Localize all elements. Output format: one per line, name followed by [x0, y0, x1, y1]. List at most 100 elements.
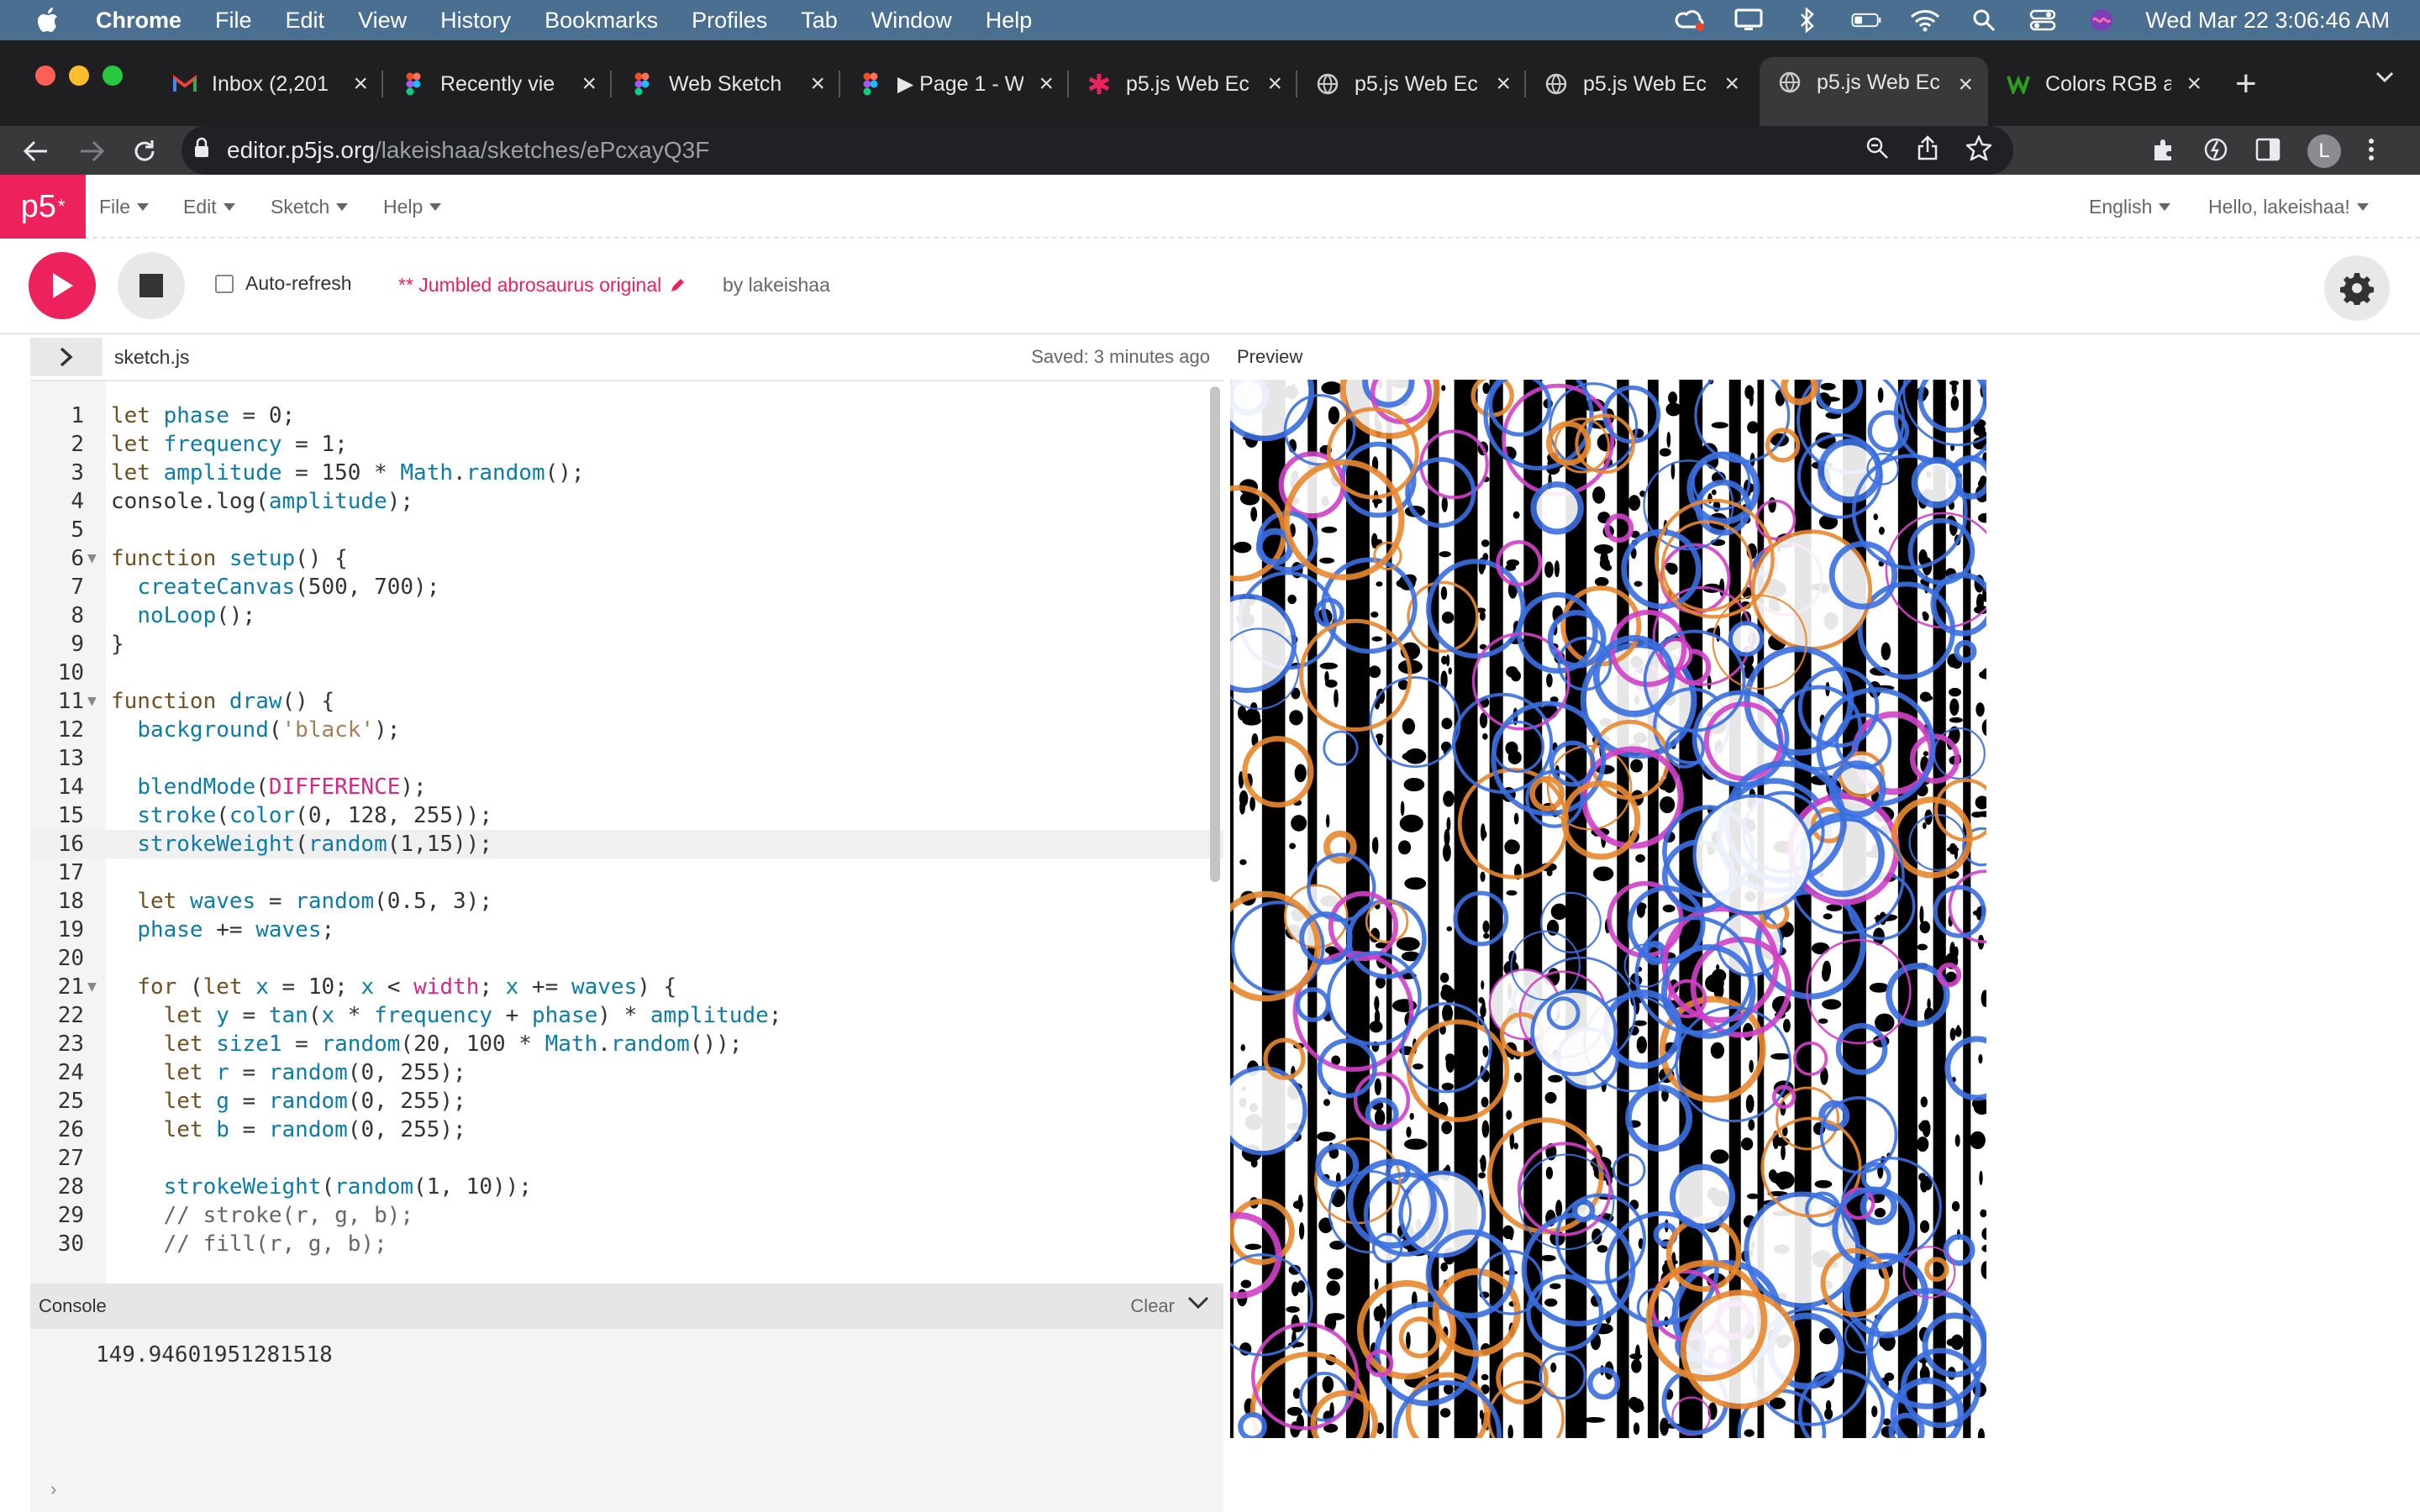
- menu-edit[interactable]: Edit: [286, 8, 325, 34]
- close-tab-icon[interactable]: ×: [1496, 70, 1511, 98]
- control-center-icon[interactable]: [2028, 8, 2058, 33]
- bookmark-star-icon[interactable]: [1965, 134, 1993, 166]
- menu-tab[interactable]: Tab: [801, 8, 838, 34]
- code-line[interactable]: 20: [30, 944, 1223, 973]
- menu-file[interactable]: File: [215, 8, 252, 34]
- code-line[interactable]: 13: [30, 744, 1223, 773]
- spotlight-search-icon[interactable]: [1969, 8, 1999, 33]
- console-prompt-chevron-icon[interactable]: ›: [50, 1478, 56, 1500]
- close-tab-icon[interactable]: ×: [1958, 71, 1973, 99]
- code-line[interactable]: 25 let g = random(0, 255);: [30, 1087, 1223, 1116]
- close-tab-icon[interactable]: ×: [353, 70, 368, 98]
- tab-search-chevron-icon[interactable]: [2375, 71, 2395, 84]
- lock-icon[interactable]: [193, 137, 210, 165]
- code-line[interactable]: 23 let size1 = random(20, 100 * Math.ran…: [30, 1030, 1223, 1058]
- tab-web-sketch[interactable]: Web Sketch ×: [612, 57, 840, 111]
- close-tab-icon[interactable]: ×: [581, 70, 597, 98]
- close-tab-icon[interactable]: ×: [1267, 70, 1282, 98]
- zoom-window-button[interactable]: [103, 66, 123, 86]
- code-line[interactable]: 1 let phase = 0;: [30, 402, 1223, 430]
- back-icon[interactable]: [20, 136, 50, 166]
- code-line[interactable]: 17: [30, 858, 1223, 887]
- code-line[interactable]: 21 ▼ for (let x = 10; x < width; x += wav…: [30, 973, 1223, 1001]
- fold-arrow-icon[interactable]: ▼: [87, 687, 97, 716]
- menu-bookmarks[interactable]: Bookmarks: [544, 8, 658, 34]
- reload-icon[interactable]: [129, 136, 160, 166]
- creative-cloud-icon[interactable]: [1675, 8, 1705, 33]
- sketch-name[interactable]: ** Jumbled abrosaurus original: [398, 274, 685, 297]
- extensions-puzzle-icon[interactable]: [2151, 137, 2176, 166]
- tab-colors-rgb[interactable]: Colors RGB a ×: [1988, 57, 2217, 111]
- code-line[interactable]: 6 ▼ function setup() {: [30, 544, 1223, 573]
- close-tab-icon[interactable]: ×: [2186, 70, 2202, 98]
- nav-sketch-menu[interactable]: Sketch: [271, 175, 349, 239]
- file-name[interactable]: sketch.js: [114, 346, 189, 369]
- code-line[interactable]: 4 console.log(amplitude);: [30, 487, 1223, 516]
- menu-help[interactable]: Help: [986, 8, 1033, 34]
- close-tab-icon[interactable]: ×: [1039, 70, 1054, 98]
- performance-icon[interactable]: [2203, 137, 2228, 166]
- code-line[interactable]: 26 let b = random(0, 255);: [30, 1116, 1223, 1144]
- code-line[interactable]: 7 createCanvas(500, 700);: [30, 573, 1223, 601]
- menu-view[interactable]: View: [358, 8, 407, 34]
- tab-p5-editor-active[interactable]: p5.js Web Ec ×: [1760, 57, 1988, 126]
- code-line[interactable]: 18 let waves = random(0.5, 3);: [30, 887, 1223, 916]
- p5-logo[interactable]: p5 *: [0, 175, 86, 239]
- close-window-button[interactable]: [35, 66, 55, 86]
- language-menu[interactable]: English: [2089, 175, 2171, 239]
- display-icon[interactable]: [1733, 8, 1764, 33]
- code-line[interactable]: 27: [30, 1144, 1223, 1173]
- nav-edit-menu[interactable]: Edit: [183, 175, 235, 239]
- code-line[interactable]: 2 let frequency = 1;: [30, 430, 1223, 459]
- apple-icon[interactable]: [37, 8, 59, 33]
- settings-button[interactable]: [2324, 255, 2390, 321]
- code-line[interactable]: 3 let amplitude = 150 * Math.random();: [30, 459, 1223, 487]
- play-button[interactable]: [29, 252, 96, 319]
- stop-button[interactable]: [118, 252, 185, 319]
- code-line[interactable]: 24 let r = random(0, 255);: [30, 1058, 1223, 1087]
- forward-icon[interactable]: [77, 136, 108, 166]
- fold-arrow-icon[interactable]: ▼: [87, 973, 97, 1001]
- tab-figma-recent[interactable]: Recently vie ×: [383, 57, 612, 111]
- fold-arrow-icon[interactable]: ▼: [87, 544, 97, 573]
- side-panel-icon[interactable]: [2255, 138, 2281, 165]
- sketch-preview-canvas[interactable]: [1230, 380, 1986, 1438]
- close-tab-icon[interactable]: ×: [1724, 70, 1739, 98]
- close-tab-icon[interactable]: ×: [810, 70, 825, 98]
- auto-refresh-toggle[interactable]: Auto-refresh: [215, 272, 352, 295]
- new-tab-button[interactable]: +: [2235, 66, 2257, 102]
- nav-help-menu[interactable]: Help: [383, 175, 442, 239]
- code-line[interactable]: 5: [30, 516, 1223, 544]
- code-line[interactable]: 22 let y = tan(x * frequency + phase) * …: [30, 1001, 1223, 1030]
- auto-refresh-checkbox[interactable]: [215, 274, 234, 293]
- address-bar[interactable]: editor.p5js.org/lakeishaa/sketches/ePcxa…: [182, 126, 2013, 175]
- code-line[interactable]: 16 strokeWeight(random(1,15));: [30, 830, 1223, 858]
- pencil-icon[interactable]: [670, 278, 685, 293]
- tab-p5-editor-2[interactable]: p5.js Web Ec ×: [1297, 57, 1526, 111]
- clock-datetime[interactable]: Wed Mar 22 3:06:46 AM: [2145, 8, 2390, 34]
- code-line[interactable]: 8 noLoop();: [30, 601, 1223, 630]
- code-line[interactable]: 11 ▼ function draw() {: [30, 687, 1223, 716]
- zoom-icon[interactable]: [1865, 136, 1889, 165]
- menu-window[interactable]: Window: [871, 8, 952, 34]
- battery-icon[interactable]: [1851, 8, 1881, 33]
- bluetooth-icon[interactable]: [1792, 8, 1823, 33]
- console-clear-button[interactable]: Clear: [1130, 1295, 1175, 1317]
- user-menu[interactable]: Hello, lakeishaa!: [2208, 175, 2369, 239]
- menu-profiles[interactable]: Profiles: [692, 8, 767, 34]
- collapse-console-chevron-icon[interactable]: [1186, 1294, 1210, 1312]
- profile-avatar[interactable]: L: [2307, 134, 2341, 168]
- code-line[interactable]: 9}: [30, 630, 1223, 659]
- tab-p5-editor-3[interactable]: p5.js Web Ec ×: [1526, 57, 1754, 111]
- code-line[interactable]: 19 phase += waves;: [30, 916, 1223, 944]
- share-icon[interactable]: [1918, 134, 1938, 166]
- siri-icon[interactable]: [2086, 8, 2117, 33]
- code-line[interactable]: 12 background('black');: [30, 716, 1223, 744]
- sidebar-toggle-button[interactable]: [30, 338, 103, 376]
- tab-p5-editor-1[interactable]: p5.js Web Ec ×: [1069, 57, 1297, 111]
- code-line[interactable]: 30 // fill(r, g, b);: [30, 1230, 1223, 1258]
- code-line[interactable]: 14 blendMode(DIFFERENCE);: [30, 773, 1223, 801]
- minimize-window-button[interactable]: [69, 66, 89, 86]
- chrome-menu-icon[interactable]: [2368, 137, 2375, 166]
- tab-page-1[interactable]: ▶ Page 1 - W ×: [840, 57, 1069, 111]
